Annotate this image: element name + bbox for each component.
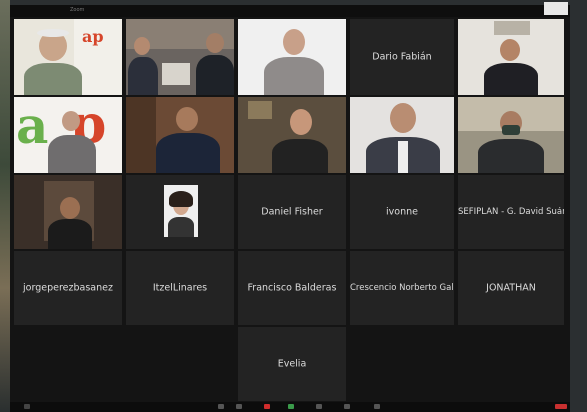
participant-video-tile[interactable] <box>458 97 564 173</box>
security-icon[interactable] <box>218 404 224 409</box>
top <box>272 139 328 173</box>
shirt-collar <box>398 141 408 173</box>
face <box>62 111 80 131</box>
profile-photo <box>164 185 198 237</box>
participant-name-tile[interactable]: SEFIPLAN - G. David Suárez... <box>458 175 564 249</box>
participant-name: jorgeperezbasanez <box>23 282 113 294</box>
face <box>60 197 80 219</box>
participant-name: ivonne <box>386 206 418 218</box>
participant-name: Daniel Fisher <box>261 206 323 218</box>
shirt <box>48 135 96 173</box>
face <box>290 109 312 135</box>
participant-name-tile[interactable]: jorgeperezbasanez <box>14 251 122 325</box>
mute-icon[interactable] <box>24 404 30 409</box>
top <box>168 217 194 237</box>
face <box>176 107 198 131</box>
suit <box>128 57 158 95</box>
participant-name: ItzelLinares <box>152 282 208 294</box>
background-edge <box>0 0 10 412</box>
participant-photo-tile[interactable] <box>126 175 234 249</box>
participants-icon[interactable] <box>236 404 242 409</box>
participant-name-tile[interactable]: JONATHAN <box>458 251 564 325</box>
face <box>134 37 150 55</box>
participant-name-tile[interactable]: Evelia <box>238 327 346 401</box>
participant-video-tile[interactable] <box>238 97 346 173</box>
participant-video-tile[interactable] <box>238 19 346 95</box>
bookshelf <box>126 97 156 173</box>
participant-video-tile[interactable]: a p <box>14 97 122 173</box>
view-button[interactable] <box>544 2 568 15</box>
hair <box>169 191 193 207</box>
participant-video-tile[interactable] <box>458 19 564 95</box>
window-title: Zoom <box>70 7 85 13</box>
face <box>500 39 520 61</box>
participant-name: SEFIPLAN - G. David Suárez... <box>458 207 564 217</box>
share-screen-icon[interactable] <box>288 404 294 409</box>
participant-name-tile[interactable]: Francisco Balderas <box>238 251 346 325</box>
shirt <box>24 63 82 95</box>
participant-name: Crescencio Norberto Galvan <box>350 283 454 293</box>
participant-name-tile[interactable]: Daniel Fisher <box>238 175 346 249</box>
logo-ap-icon: ap <box>82 27 104 46</box>
reactions-icon[interactable] <box>344 404 350 409</box>
face <box>390 103 416 133</box>
title-bar: Zoom <box>10 2 570 24</box>
more-icon[interactable] <box>374 404 380 409</box>
hair <box>37 29 69 37</box>
window-controls[interactable] <box>16 9 46 24</box>
shirt <box>478 139 544 173</box>
suit <box>196 55 234 95</box>
face <box>283 29 305 55</box>
picture-frame <box>494 21 530 35</box>
meeting-controls-bar <box>10 402 570 412</box>
mask <box>502 125 520 135</box>
monitor <box>162 63 190 85</box>
record-icon[interactable] <box>264 404 270 409</box>
participant-video-tile[interactable] <box>126 97 234 173</box>
chat-icon[interactable] <box>316 404 322 409</box>
suit <box>156 133 220 173</box>
face <box>206 33 224 53</box>
participant-name: Francisco Balderas <box>247 282 337 294</box>
participant-video-tile[interactable]: ap <box>14 19 122 95</box>
end-meeting-button[interactable] <box>555 404 567 409</box>
painting <box>248 101 272 119</box>
participant-video-tile[interactable] <box>14 175 122 249</box>
participant-name-tile[interactable]: Crescencio Norberto Galvan <box>350 251 454 325</box>
participant-video-tile[interactable] <box>126 19 234 95</box>
participant-name: Evelia <box>277 358 307 370</box>
participant-name: JONATHAN <box>486 282 536 294</box>
shirt <box>264 57 324 95</box>
participant-video-tile[interactable] <box>350 97 454 173</box>
participant-name-tile[interactable]: ItzelLinares <box>126 251 234 325</box>
logo-a-icon: a <box>16 97 49 155</box>
shirt <box>48 219 92 249</box>
participant-name: Dario Fabián <box>372 51 432 63</box>
participant-name-tile[interactable]: Dario Fabián <box>350 19 454 95</box>
shirt <box>484 63 538 95</box>
participant-name-tile[interactable]: ivonne <box>350 175 454 249</box>
zoom-window: Zoom ap Dario Fabián a p Daniel Fisher i… <box>10 2 570 412</box>
